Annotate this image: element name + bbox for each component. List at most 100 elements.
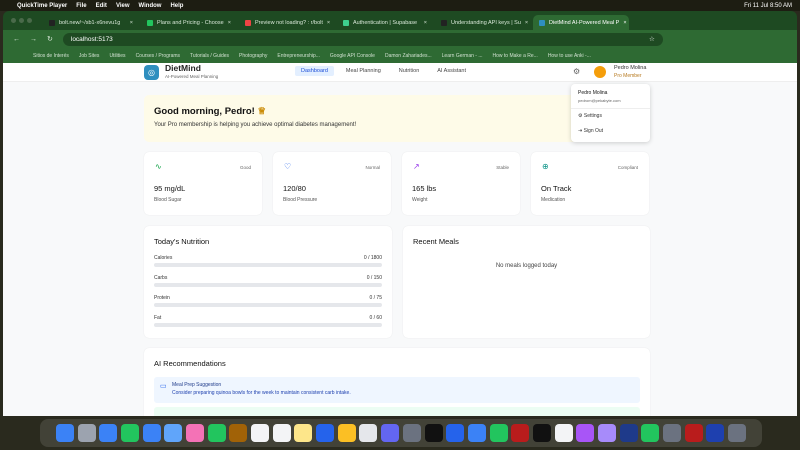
dock-calendar-icon[interactable]	[251, 424, 270, 442]
user-name[interactable]: Pedro Molina	[614, 65, 646, 71]
dock-notion-icon[interactable]	[554, 424, 573, 442]
bookmark-item[interactable]: Google API Console	[330, 53, 375, 59]
tab-3[interactable]: Authentication | Supabase ×	[337, 15, 433, 30]
bookmark-item[interactable]: How to use Anki -...	[548, 53, 591, 59]
recommendation-item[interactable]: ▭ Meal Prep Suggestion Consider preparin…	[154, 377, 640, 403]
address-bar[interactable]: localhost:5173 ☆	[62, 32, 663, 46]
menu-app-name[interactable]: QuickTime Player	[17, 3, 67, 9]
dock-messages-icon[interactable]	[120, 424, 139, 442]
nutrient-label: Calories	[154, 255, 173, 261]
dock-spotify-icon[interactable]	[532, 424, 551, 442]
dock-calculator-icon[interactable]	[663, 424, 682, 442]
dock-terminal-icon[interactable]	[424, 424, 443, 442]
dock-acrobat-icon[interactable]	[684, 424, 703, 442]
bookmark-item[interactable]: Entrepreneurship...	[277, 53, 320, 59]
tab-2[interactable]: Preview not loading? : r/bolt ×	[239, 15, 335, 30]
dock-app-store-icon[interactable]	[316, 424, 335, 442]
dock-wordpress-icon[interactable]	[619, 424, 638, 442]
bookmark-item[interactable]: Job Sites	[79, 53, 100, 59]
recent-meals-title: Recent Meals	[413, 237, 459, 246]
bookmark-star-icon[interactable]: ☆	[649, 35, 655, 43]
menu-file[interactable]: File	[76, 3, 86, 9]
stat-card-weight: ↗ Stable 165 lbs Weight	[402, 152, 520, 215]
dock-reminders-icon[interactable]	[272, 424, 291, 442]
tab-0[interactable]: bolt.new/~/sb1-x6nevu1g ×	[43, 15, 139, 30]
menu-help[interactable]: Help	[170, 3, 183, 9]
bookmark-item[interactable]: Sitios de Interés	[33, 53, 69, 59]
dock-slack-icon[interactable]	[359, 424, 378, 442]
stat-status: Compliant	[617, 165, 638, 170]
bookmark-item[interactable]: Damon Zahariades...	[385, 53, 432, 59]
dock-trash-icon[interactable]	[728, 424, 747, 442]
dock-affinity-icon[interactable]	[598, 424, 617, 442]
dock-facetime-icon[interactable]	[207, 424, 226, 442]
stat-label: Weight	[412, 197, 428, 203]
avatar[interactable]	[594, 66, 606, 78]
nutrition-title: Today's Nutrition	[154, 237, 210, 246]
nav-ai-assistant[interactable]: AI Assistant	[431, 66, 472, 76]
app-header: ◎ DietMind AI-Powered Meal Planning Dash…	[3, 63, 797, 82]
ai-title: AI Recommendations	[154, 359, 226, 368]
dock-launchpad-icon[interactable]	[77, 424, 96, 442]
recommendation-item-partial[interactable]	[154, 407, 640, 416]
nav-dashboard[interactable]: Dashboard	[295, 66, 334, 76]
tab-label: Authentication | Supabase	[353, 19, 418, 26]
tab-label: Understanding API keys | Su	[451, 19, 521, 26]
stat-icon: ⊕	[542, 162, 549, 171]
tab-close-icon[interactable]: ×	[623, 20, 626, 26]
clock[interactable]: Fri 11 Jul 8:50 AM	[744, 3, 792, 9]
tab-4[interactable]: Understanding API keys | Su ×	[435, 15, 531, 30]
back-icon[interactable]: ←	[13, 36, 20, 43]
reload-icon[interactable]: ↻	[47, 35, 53, 43]
bookmark-item[interactable]: Learn German - ...	[442, 53, 483, 59]
stat-card-blood-pressure: ♡ Normal 120/80 Blood Pressure	[273, 152, 391, 215]
menu-window[interactable]: Window	[139, 3, 162, 9]
dock-quicktime-icon[interactable]	[706, 424, 725, 442]
browser-chrome: bolt.new/~/sb1-x6nevu1g × Plans and Pricin…	[3, 11, 797, 63]
bookmark-item[interactable]: Photography	[239, 53, 267, 59]
nav-nutrition[interactable]: Nutrition	[393, 66, 425, 76]
nav-meal-planning[interactable]: Meal Planning	[340, 66, 387, 76]
dock-safari-icon[interactable]	[99, 424, 118, 442]
dock-mail-icon[interactable]	[142, 424, 161, 442]
forward-icon[interactable]: →	[30, 36, 37, 43]
bookmark-item[interactable]: Courses / Programs	[136, 53, 180, 59]
calendar-icon: ▭	[160, 383, 167, 390]
tab-close-icon[interactable]: ×	[424, 20, 427, 26]
dock-numbers-icon[interactable]	[489, 424, 508, 442]
menu-bar: QuickTime Player File Edit View Window H…	[0, 0, 800, 11]
dock-settings-icon[interactable]	[402, 424, 421, 442]
tab-label: DietMind AI-Powered Meal P	[549, 19, 620, 26]
menu-sign-out[interactable]: ⇥ Sign Out	[578, 128, 603, 134]
menu-settings[interactable]: ⚙ Settings	[578, 113, 602, 119]
dock-vs-code-icon[interactable]	[446, 424, 465, 442]
bookmark-item[interactable]: Tutorials / Guides	[190, 53, 229, 59]
dock-filezilla-icon[interactable]	[511, 424, 530, 442]
dock-whatsapp-icon[interactable]	[641, 424, 660, 442]
dock-docker-icon[interactable]	[467, 424, 486, 442]
window-controls[interactable]	[11, 18, 32, 23]
settings-gear-icon[interactable]: ⚙	[573, 67, 580, 76]
tab-close-icon[interactable]: ×	[228, 20, 231, 26]
tab-1[interactable]: Plans and Pricing - Choose ×	[141, 15, 237, 30]
menu-edit[interactable]: Edit	[96, 3, 107, 9]
stat-status: Good	[239, 165, 251, 170]
dock-maps-icon[interactable]	[164, 424, 183, 442]
dock-photos-icon[interactable]	[185, 424, 204, 442]
menu-view[interactable]: View	[116, 3, 130, 9]
tab-favicon-icon	[343, 19, 349, 26]
tab-close-icon[interactable]: ×	[130, 20, 133, 26]
tab-close-icon[interactable]: ×	[327, 20, 330, 26]
dock-chrome-icon[interactable]	[337, 424, 356, 442]
bookmark-item[interactable]: Utilities	[109, 53, 125, 59]
dock-finder-icon[interactable]	[55, 424, 74, 442]
dock-podcasts-icon[interactable]	[576, 424, 595, 442]
tab-close-icon[interactable]: ×	[525, 20, 528, 26]
tab-5[interactable]: DietMind AI-Powered Meal P ×	[533, 15, 629, 30]
tab-favicon-icon	[441, 19, 447, 26]
dock-notes-icon[interactable]	[294, 424, 313, 442]
dock-notes-app-icon[interactable]	[229, 424, 248, 442]
stat-icon: ↗	[413, 162, 420, 171]
dock-discord-icon[interactable]	[381, 424, 400, 442]
bookmark-item[interactable]: How to Make a Re...	[493, 53, 538, 59]
